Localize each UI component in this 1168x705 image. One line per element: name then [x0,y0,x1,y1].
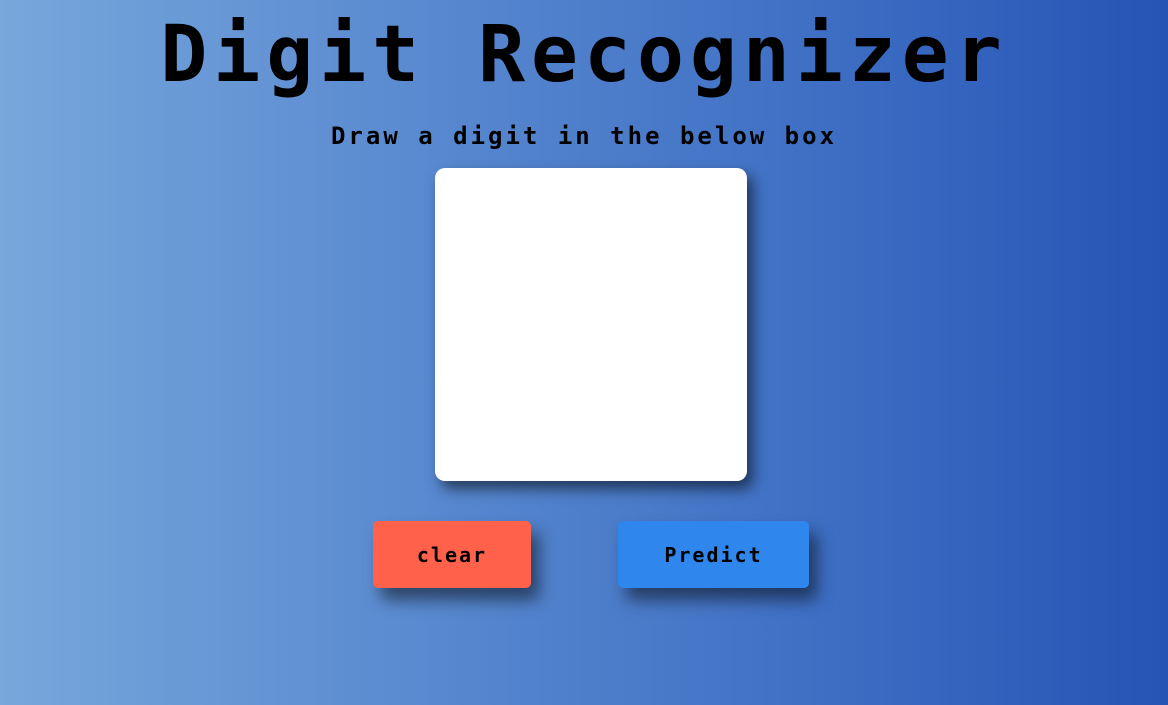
page-title: Digit Recognizer [160,10,1008,100]
drawing-canvas[interactable] [435,168,747,481]
clear-button[interactable]: clear [373,521,531,588]
instruction-text: Draw a digit in the below box [330,122,838,150]
predict-button[interactable]: Predict [618,521,809,588]
